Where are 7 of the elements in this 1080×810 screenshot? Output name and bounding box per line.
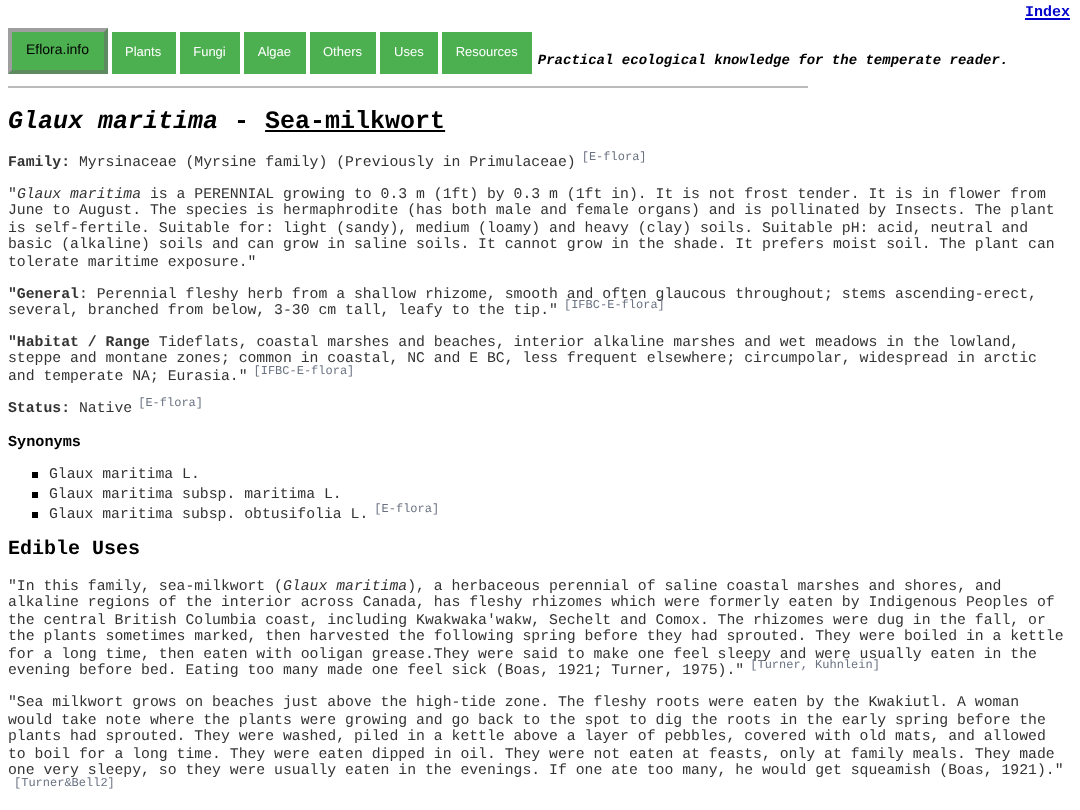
bullet-icon [32,472,37,478]
common-name-link[interactable]: Sea-milkwort [265,104,446,142]
bullet-icon [32,492,37,498]
scientific-name: Glaux maritima [8,106,219,141]
bullet-icon [32,512,37,518]
title-dash: - [234,106,250,141]
section-heading: Edible Uses [8,537,143,566]
